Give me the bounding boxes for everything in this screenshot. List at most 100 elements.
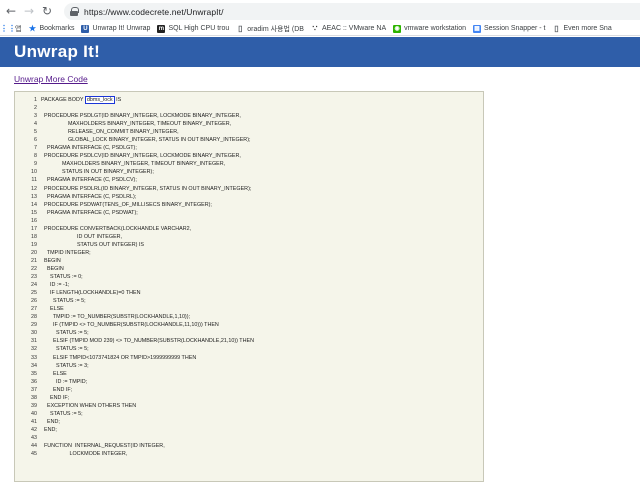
- page-icon: ▯: [238, 24, 243, 33]
- page-title: Unwrap It!: [14, 42, 101, 61]
- u-site-icon: U: [81, 24, 90, 33]
- code-line: 28 TMPID := TO_NUMBER(SUBSTR(LOCKHANDLE,…: [15, 313, 483, 321]
- line-number: 42: [31, 426, 37, 433]
- line-number: 39: [31, 402, 37, 409]
- line-number: 8: [34, 153, 37, 160]
- highlighted-token: dbms_lock: [84, 96, 115, 104]
- code-text: PROCEDURE PSDLRL(ID BINARY_INTEGER, STAT…: [41, 185, 252, 192]
- code-text: TMPID := TO_NUMBER(SUBSTR(LOCKHANDLE,1,1…: [41, 314, 191, 321]
- line-number: 45: [31, 451, 37, 458]
- code-line: 37 END IF;: [15, 386, 483, 394]
- code-line: 27 ELSE: [15, 305, 483, 313]
- chat-icon: ◉: [393, 24, 402, 33]
- line-number: 21: [31, 257, 37, 264]
- line-number: 35: [31, 370, 37, 377]
- line-number: 38: [31, 394, 37, 401]
- code-line: 18 ID OUT INTEGER,: [15, 233, 483, 241]
- bookmark-item[interactable]: m SQL High CPU trou: [157, 24, 229, 33]
- line-number: 43: [31, 434, 37, 441]
- code-line: 41 END;: [15, 418, 483, 426]
- code-line: 10 STATUS IN OUT BINARY_INTEGER);: [15, 168, 483, 176]
- bookmark-item[interactable]: U Unwrap It! Unwrap: [81, 24, 151, 33]
- line-number: 20: [31, 249, 37, 256]
- line-number: 27: [31, 306, 37, 313]
- bookmark-item[interactable]: ▦ Session Snapper - t: [472, 24, 545, 33]
- line-number: 30: [31, 330, 37, 337]
- bookmark-item[interactable]: ⋮⋮ 앱: [0, 24, 22, 34]
- bookmark-label: Unwrap It! Unwrap: [92, 25, 151, 32]
- code-text: BEGIN: [41, 265, 64, 272]
- back-arrow-icon[interactable]: ←: [2, 2, 20, 20]
- code-line: 7 PRAGMA INTERFACE (C, PSDLGT);: [15, 144, 483, 152]
- line-number: 18: [31, 233, 37, 240]
- code-text: PRAGMA INTERFACE (C, PSDLGT);: [41, 145, 137, 152]
- line-number: 41: [31, 418, 37, 425]
- forward-arrow-icon[interactable]: →: [20, 2, 38, 20]
- line-number: 10: [31, 169, 37, 176]
- line-number: 3: [34, 113, 37, 120]
- line-number: 24: [31, 282, 37, 289]
- code-listing: 1 PACKAGE BODY dbms_lock IS 2 3 PROCEDURE P…: [15, 96, 483, 458]
- url-text[interactable]: https://www.codecrete.net/UnwrapIt/: [84, 7, 224, 17]
- code-text: STATUS IN OUT BINARY_INTEGER);: [41, 169, 154, 176]
- reload-icon[interactable]: ↻: [38, 2, 56, 20]
- line-number: 16: [31, 217, 37, 224]
- address-bar[interactable]: https://www.codecrete.net/UnwrapIt/: [64, 3, 640, 20]
- code-text: IF (TMPID <> TO_NUMBER(SUBSTR(LOCKHANDLE…: [41, 322, 219, 329]
- code-text: PRAGMA INTERFACE (C, PSDWAT);: [41, 209, 138, 216]
- code-line: 15 PRAGMA INTERFACE (C, PSDWAT);: [15, 209, 483, 217]
- line-number: 14: [31, 201, 37, 208]
- line-number: 17: [31, 225, 37, 232]
- line-number: 28: [31, 314, 37, 321]
- code-text: LOCKMODE INTEGER,: [41, 451, 128, 458]
- code-text: FUNCTION INTERNAL_REQUEST(ID INTEGER,: [41, 443, 165, 450]
- bookmark-item[interactable]: ▯ Even more Sna: [552, 24, 611, 33]
- bookmark-item[interactable]: ◉ vmware workstation: [393, 24, 466, 33]
- code-text: STATUS := 3;: [41, 362, 89, 369]
- bookmark-label: oradim 사용법 (DB: [247, 25, 304, 33]
- code-text: END;: [41, 418, 60, 425]
- line-number: 36: [31, 378, 37, 385]
- code-text: STATUS := 5;: [41, 410, 83, 417]
- line-number: 26: [31, 298, 37, 305]
- code-line: 4 MAXHOLDERS BINARY_INTEGER, TIMEOUT BIN…: [15, 120, 483, 128]
- line-number: 44: [31, 443, 37, 450]
- bookmark-item[interactable]: ▯ oradim 사용법 (DB: [236, 24, 304, 34]
- code-text: PRAGMA INTERFACE (C, PSDLCV);: [41, 177, 137, 184]
- code-text: PROCEDURE PSDWAT(TENS_OF_MILLISECS BINAR…: [41, 201, 212, 208]
- unwrap-more-code-link[interactable]: Unwrap More Code: [14, 74, 88, 84]
- line-number: 31: [31, 338, 37, 345]
- line-number: 15: [31, 209, 37, 216]
- code-line: 23 STATUS := 0;: [15, 273, 483, 281]
- code-line: 39 EXCEPTION WHEN OTHERS THEN: [15, 402, 483, 410]
- code-text: IF LENGTH(LOCKHANDLE)=0 THEN: [41, 290, 141, 297]
- code-line: 12 PROCEDURE PSDLRL(ID BINARY_INTEGER, S…: [15, 185, 483, 193]
- star-icon: ★: [28, 24, 37, 33]
- code-line: 20 TMPID INTEGER;: [15, 249, 483, 257]
- code-line: 17 PROCEDURE CONVERTBACK(LOCKHANDLE VARC…: [15, 225, 483, 233]
- code-text: TMPID INTEGER;: [41, 249, 91, 256]
- code-line: 43: [15, 434, 483, 442]
- bookmark-label: 앱: [15, 25, 22, 33]
- line-number: 33: [31, 354, 37, 361]
- line-number: 11: [31, 177, 37, 184]
- code-text: ID := TMPID;: [41, 378, 88, 385]
- code-line: 2: [15, 104, 483, 112]
- dots-icon: ∵: [312, 24, 318, 33]
- code-text: ID OUT INTEGER,: [41, 233, 123, 240]
- code-line: 44 FUNCTION INTERNAL_REQUEST(ID INTEGER,: [15, 442, 483, 450]
- line-number: 13: [31, 193, 37, 200]
- line-number: 5: [34, 129, 37, 136]
- code-line: 13 PRAGMA INTERFACE (C, PSDLRL);: [15, 193, 483, 201]
- code-text: RELEASE_ON_COMMIT BINARY_INTEGER,: [41, 129, 179, 136]
- line-number: 7: [34, 145, 37, 152]
- code-line: 8 PROCEDURE PSDLCV(ID BINARY_INTEGER, LO…: [15, 152, 483, 160]
- code-text: ELSIF TMPID<1073741824 OR TMPID>19999999…: [41, 354, 197, 361]
- page-icon: ▯: [554, 24, 559, 33]
- bookmark-item[interactable]: ∵ AEAC :: VMware NA: [311, 24, 386, 33]
- line-number: 25: [31, 290, 37, 297]
- bookmark-item[interactable]: ★ Bookmarks: [28, 24, 75, 33]
